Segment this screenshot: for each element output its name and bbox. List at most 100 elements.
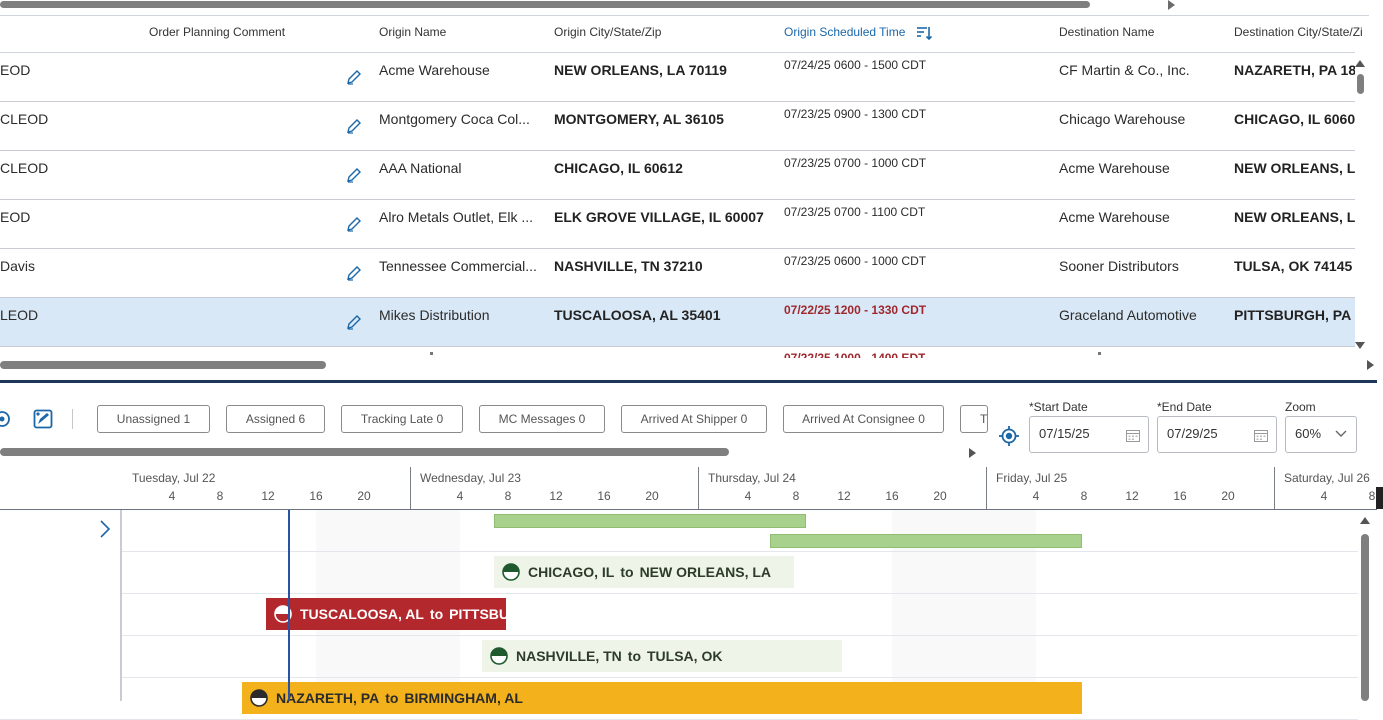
table-row[interactable]: EOD Alro Metals Outlet, Elk ... ELK GROVE …: [0, 200, 1355, 249]
cell-destination-csz: NAZARETH, PA 180: [1234, 62, 1355, 78]
cell-origin-time: 07/23/25 0600 - 1000 CDT: [784, 254, 927, 268]
cell-origin-name: Montgomery Coca Col...: [379, 111, 530, 127]
sort-descending-icon[interactable]: [916, 26, 932, 40]
gantt-vertical-scrollbar-thumb[interactable]: [1361, 534, 1369, 701]
filter-tracking-late[interactable]: Tracking Late 0: [341, 405, 463, 433]
cell-left-text: Davis: [0, 258, 36, 274]
chevron-right-icon[interactable]: [99, 520, 111, 538]
filter-arrived-at-shipper[interactable]: Arrived At Shipper 0: [621, 405, 767, 433]
cell-destination-csz: TULSA, OK 74145: [1234, 258, 1353, 274]
gantt-scroll-up-arrow[interactable]: [1360, 517, 1370, 524]
partial-row-origin-time: 07/22/25 1000 - 1400 EDT: [784, 351, 926, 358]
gantt-shipment-bar[interactable]: TUSCALOOSA, AL to PITTSBURGH, PA: [266, 598, 506, 630]
cell-destination-csz: NEW ORLEANS, LA: [1234, 209, 1355, 225]
panel-splitter[interactable]: [0, 380, 1377, 383]
day-separator: [1274, 467, 1275, 510]
table-row[interactable]: EOD Acme Warehouse NEW ORLEANS, LA 70119 07…: [0, 53, 1355, 102]
day-label: Thursday, Jul 24: [708, 471, 796, 485]
day-separator: [410, 467, 411, 510]
column-header-destination-csz[interactable]: Destination City/State/Zi: [1234, 25, 1369, 39]
zoom-select[interactable]: 60%: [1285, 416, 1357, 453]
timeline-horizontal-scrollbar-thumb[interactable]: [0, 448, 729, 456]
cell-origin-name: Mikes Distribution: [379, 307, 490, 323]
crosshair-icon[interactable]: [999, 426, 1019, 446]
gantt-bar-planned[interactable]: [770, 534, 1082, 548]
gantt-shipment-bar[interactable]: NASHVILLE, TN to TULSA, OK: [482, 640, 842, 672]
column-header-origin-csz[interactable]: Origin City/State/Zip: [554, 25, 661, 39]
gantt-shipment-bar[interactable]: NAZARETH, PA to BIRMINGHAM, AL: [242, 682, 1082, 714]
current-time-line: [288, 510, 290, 701]
pencil-icon[interactable]: [346, 314, 362, 330]
calendar-icon[interactable]: [1254, 429, 1268, 442]
chevron-down-icon: [1335, 430, 1347, 437]
grid-scroll-up-arrow[interactable]: [1355, 60, 1365, 67]
filter-arrived-at-consignee[interactable]: Arrived At Consignee 0: [783, 405, 944, 433]
cell-left-text: CLEOD: [0, 111, 49, 127]
pencil-icon[interactable]: [346, 69, 362, 85]
column-header-destination-name[interactable]: Destination Name: [1059, 25, 1154, 39]
shipment-status-icon: [490, 647, 508, 665]
hour-label: 16: [309, 489, 323, 503]
filter-mc-messages[interactable]: MC Messages 0: [479, 405, 605, 433]
cell-left-text: EOD: [0, 62, 31, 78]
grid-top-scroll-right-arrow[interactable]: [1168, 0, 1175, 10]
pencil-icon[interactable]: [346, 216, 362, 232]
cell-origin-csz: ELK GROVE VILLAGE, IL 60007: [554, 209, 764, 225]
cell-destination-csz: PITTSBURGH, PA 1: [1234, 307, 1355, 323]
shipment-destination: PITTSBURGH, PA: [449, 606, 506, 622]
filter-assigned[interactable]: Assigned 6: [226, 405, 325, 433]
grid-top-scrollbar-thumb[interactable]: [0, 1, 1090, 8]
table-row[interactable]: LEOD Mikes Distribution TUSCALOOSA, AL 354…: [0, 298, 1355, 347]
cell-origin-time: 07/22/25 1200 - 1330 CDT: [784, 303, 927, 317]
shipment-origin: NAZARETH, PA: [276, 690, 380, 706]
map-pin-icon[interactable]: [0, 409, 12, 429]
day-separator: [986, 467, 987, 510]
pencil-icon[interactable]: [346, 265, 362, 281]
cell-destination-name: Acme Warehouse: [1059, 160, 1170, 176]
table-row[interactable]: Davis Tennessee Commercial... NASHVILLE, T…: [0, 249, 1355, 298]
gantt-bar-planned[interactable]: [494, 514, 806, 528]
cell-destination-csz: CHICAGO, IL 60601: [1234, 111, 1355, 127]
cell-origin-name: Tennessee Commercial...: [379, 258, 537, 274]
timeline-scroll-right-arrow[interactable]: [969, 448, 976, 458]
route-edit-icon[interactable]: [33, 409, 53, 429]
grid-scroll-down-arrow[interactable]: [1355, 342, 1365, 349]
grid-horizontal-scrollbar-thumb[interactable]: [0, 361, 326, 369]
cell-origin-csz: MONTGOMERY, AL 36105: [554, 111, 724, 127]
grid-scroll-right-arrow[interactable]: [1367, 360, 1374, 370]
shipment-route-separator: to: [627, 648, 641, 664]
end-date-field[interactable]: 07/29/25: [1157, 416, 1277, 453]
filter-unassigned[interactable]: Unassigned 1: [97, 405, 210, 433]
filter-truncated[interactable]: T: [960, 405, 988, 433]
shipment-route-separator: to: [429, 606, 444, 622]
hour-label: 20: [933, 489, 947, 503]
calendar-icon[interactable]: [1126, 429, 1140, 442]
shipment-status-icon: [502, 563, 520, 581]
column-header-order-planning-comment[interactable]: Order Planning Comment: [149, 25, 285, 39]
hour-label: 12: [837, 489, 851, 503]
hour-label: 12: [549, 489, 563, 503]
cell-origin-time: 07/23/25 0700 - 1000 CDT: [784, 156, 927, 170]
shipment-destination: BIRMINGHAM, AL: [404, 690, 523, 706]
column-header-origin-scheduled-time[interactable]: Origin Scheduled Time: [784, 25, 905, 39]
hour-label: 8: [792, 489, 800, 503]
hour-label: 16: [1173, 489, 1187, 503]
end-date-value: 07/29/25: [1167, 426, 1218, 441]
hour-label: 12: [1125, 489, 1139, 503]
cell-origin-csz: NASHVILLE, TN 37210: [554, 258, 703, 274]
pencil-icon[interactable]: [346, 167, 362, 183]
table-row[interactable]: CLEOD AAA National CHICAGO, IL 60612 07/23/…: [0, 151, 1355, 200]
shipment-origin: NASHVILLE, TN: [516, 648, 622, 664]
cell-origin-csz: NEW ORLEANS, LA 70119: [554, 62, 727, 78]
start-date-field[interactable]: 07/15/25: [1029, 416, 1149, 453]
cell-destination-csz: NEW ORLEANS, LA: [1234, 160, 1355, 176]
gantt-lane: [0, 594, 1358, 636]
grid-vertical-scrollbar-thumb[interactable]: [1357, 74, 1364, 94]
hour-label: 12: [261, 489, 275, 503]
column-header-origin-name[interactable]: Origin Name: [379, 25, 446, 39]
gantt-shipment-bar[interactable]: CHICAGO, IL to NEW ORLEANS, LA: [494, 556, 794, 588]
table-row[interactable]: CLEOD Montgomery Coca Col... MONTGOMERY, A…: [0, 102, 1355, 151]
day-label: Wednesday, Jul 23: [420, 471, 521, 485]
pencil-icon[interactable]: [346, 118, 362, 134]
cell-left-text: CLEOD: [0, 160, 49, 176]
